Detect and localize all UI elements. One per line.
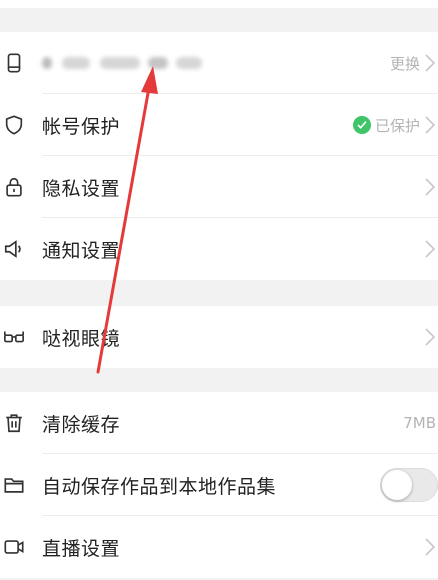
shield-icon — [2, 113, 26, 137]
glasses-label: 哒视眼镜 — [42, 327, 121, 350]
chevron-right-icon — [424, 53, 436, 73]
folder-icon — [2, 473, 26, 497]
notification-settings-label: 通知设置 — [42, 239, 121, 262]
clear-cache-label: 清除缓存 — [42, 413, 121, 436]
glasses-row[interactable]: 哒视眼镜 — [0, 306, 438, 368]
live-settings-row[interactable]: 直播设置 — [0, 516, 438, 578]
account-protection-row[interactable]: 帐号保护 已保护 — [0, 94, 438, 156]
chevron-right-icon — [424, 239, 436, 259]
autosave-label: 自动保存作品到本地作品集 — [42, 475, 277, 498]
live-settings-label: 直播设置 — [42, 537, 121, 560]
chevron-right-icon — [424, 115, 436, 135]
autosave-row: 自动保存作品到本地作品集 — [0, 454, 438, 516]
speaker-icon — [2, 237, 26, 261]
privacy-settings-row[interactable]: 隐私设置 — [0, 156, 438, 218]
storage-group: 清除缓存 7MB 自动保存作品到本地作品集 直播设置 — [0, 392, 438, 578]
chevron-right-icon — [424, 177, 436, 197]
chevron-right-icon — [424, 327, 436, 347]
phone-row[interactable]: 更换 — [0, 32, 438, 94]
masked-phone-number — [42, 54, 212, 72]
notification-settings-row[interactable]: 通知设置 — [0, 218, 438, 280]
autosave-toggle[interactable] — [380, 468, 438, 502]
lock-icon — [2, 175, 26, 199]
trash-icon — [2, 411, 26, 435]
check-circle-icon — [352, 116, 371, 134]
video-icon — [2, 535, 26, 559]
account-group: 更换 帐号保护 已保护 隐私设置 通知设置 — [0, 32, 438, 280]
change-phone-label[interactable]: 更换 — [390, 53, 420, 74]
cache-size: 7MB — [403, 414, 436, 432]
account-protection-label: 帐号保护 — [42, 115, 121, 138]
clear-cache-row[interactable]: 清除缓存 7MB — [0, 392, 438, 454]
chevron-right-icon — [424, 537, 436, 557]
top-edge — [0, 0, 438, 8]
glasses-group: 哒视眼镜 — [0, 306, 438, 368]
phone-icon — [2, 51, 26, 75]
toggle-knob — [382, 470, 412, 500]
glasses-icon — [2, 325, 26, 349]
protection-status: 已保护 — [352, 115, 420, 136]
privacy-settings-label: 隐私设置 — [42, 177, 121, 200]
settings-screen: 更换 帐号保护 已保护 隐私设置 通知设置 哒视眼镜 清除缓存 7MB 自动保存… — [0, 0, 438, 580]
